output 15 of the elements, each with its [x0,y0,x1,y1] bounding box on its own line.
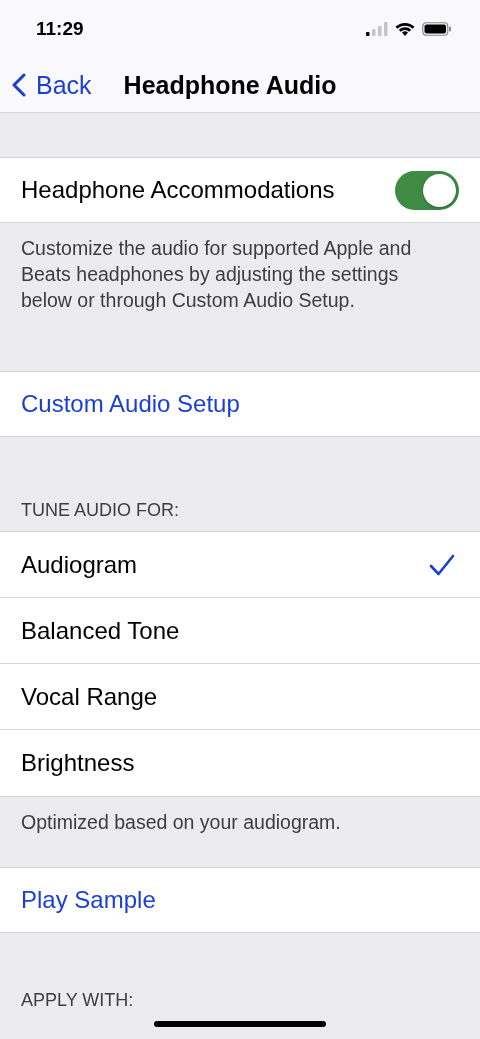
status-time: 11:29 [36,18,84,40]
section-header: TUNE AUDIO FOR: [20,499,180,522]
back-button[interactable]: Back [12,70,92,100]
chevron-left-icon [12,73,26,97]
screen-title: Headphone Audio [123,70,337,100]
footer-text: Optimized based on your audiogram. [20,810,342,835]
battery-icon [422,22,452,36]
signal-icon [366,22,388,36]
setting-label: Headphone Accommodations [21,176,335,204]
section-header: APPLY WITH: [20,989,135,1012]
custom-audio-setup-link[interactable]: Custom Audio Setup [0,371,480,437]
play-sample-link[interactable]: Play Sample [0,867,480,933]
description-text: Customize the audio for supported Apple and Beats headphones by adjusting the settings below or through Custom Audio Setup. [21,236,413,313]
wifi-icon [395,21,415,37]
toggle-switch[interactable] [395,170,459,210]
